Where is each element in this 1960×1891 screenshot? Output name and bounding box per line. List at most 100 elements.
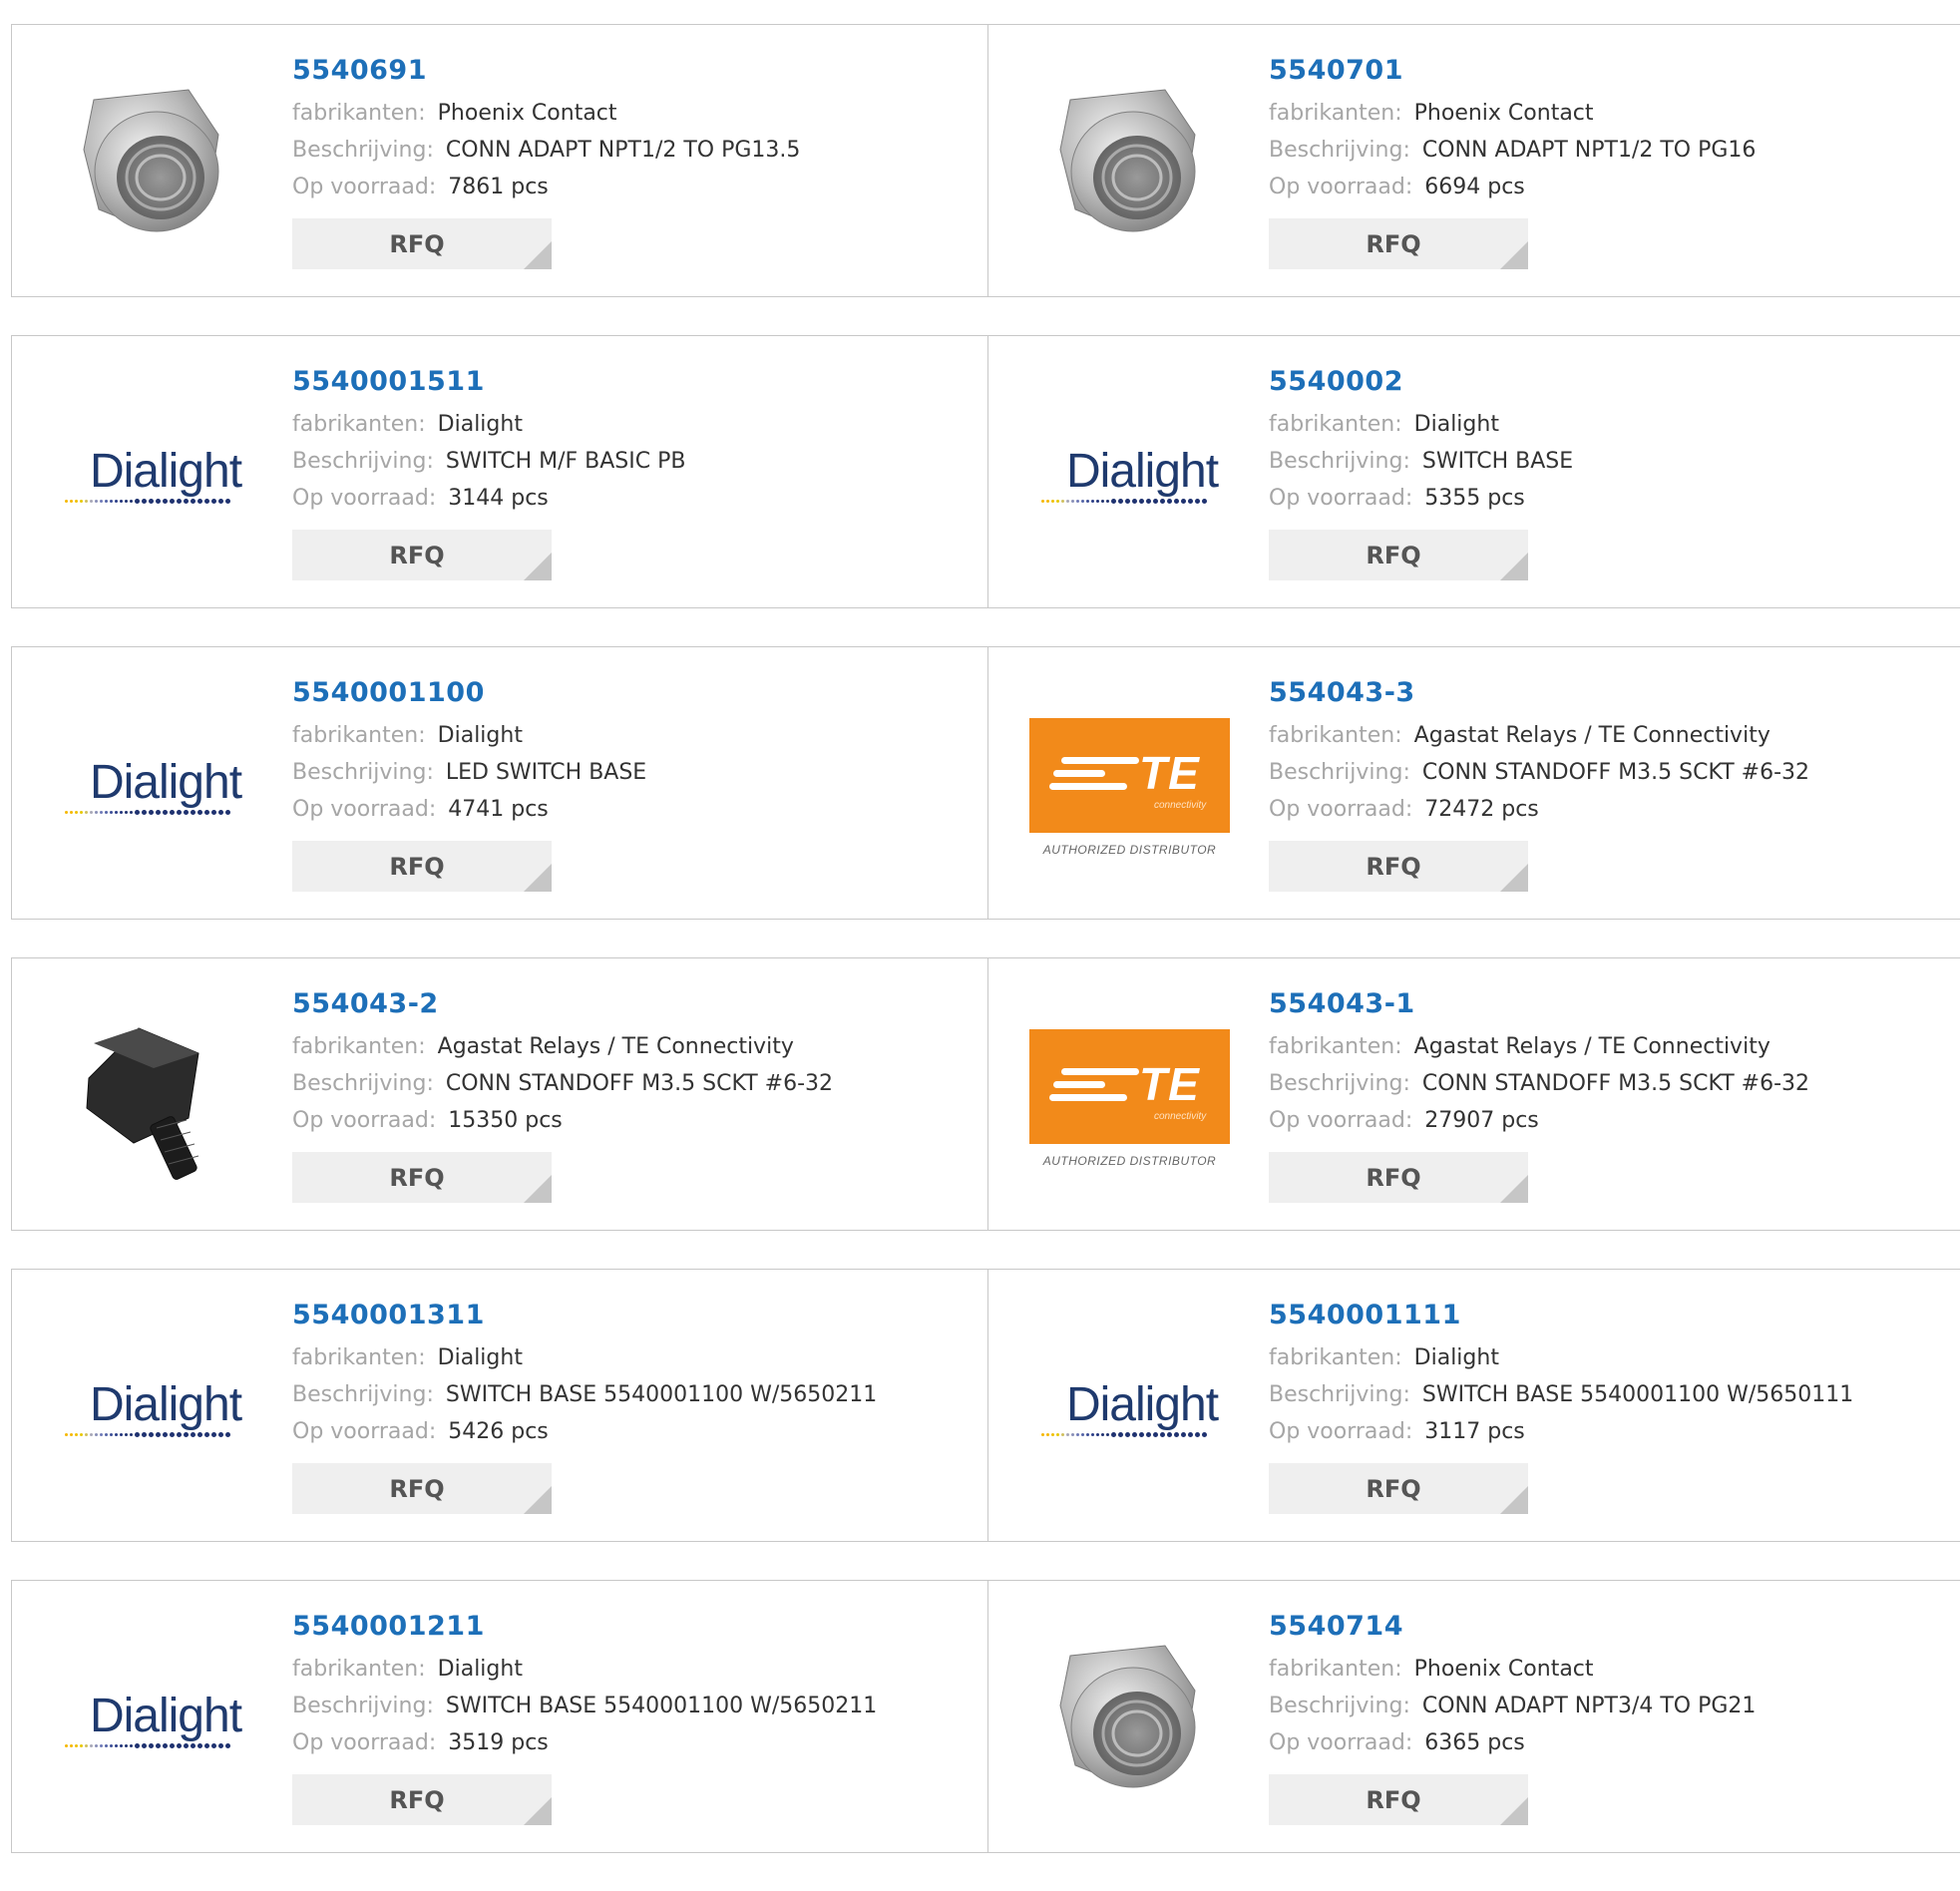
- product-info: 554043-2 fabrikanten: Agastat Relays / TE…: [292, 988, 833, 1203]
- stock-value: 27907 pcs: [1424, 1108, 1539, 1133]
- description-label: Beschrijving:: [1269, 449, 1410, 474]
- manufacturer-label: fabrikanten:: [292, 1034, 426, 1059]
- product-image[interactable]: [52, 65, 254, 264]
- stock-label: Op voorraad:: [292, 1419, 437, 1444]
- description-row: Beschrijving: SWITCH BASE 5540001100 W/56…: [1269, 1376, 1853, 1413]
- product-row: Dialight 5540001511 fabrikanten: Dialight…: [11, 335, 1960, 608]
- rfq-button[interactable]: RFQ: [292, 841, 552, 892]
- stock-value: 5355 pcs: [1424, 486, 1525, 511]
- stock-row: Op voorraad: 7861 pcs: [292, 169, 800, 205]
- product-image[interactable]: Dialight: [52, 1621, 254, 1820]
- description-row: Beschrijving: LED SWITCH BASE: [292, 754, 646, 791]
- stock-value: 6694 pcs: [1424, 175, 1525, 199]
- description-row: Beschrijving: SWITCH BASE 5540001100 W/56…: [292, 1376, 877, 1413]
- manufacturer-value: Phoenix Contact: [1413, 1657, 1594, 1682]
- part-number-link[interactable]: 5540001100: [292, 677, 646, 708]
- description-value: SWITCH M/F BASIC PB: [445, 449, 686, 474]
- dialight-logo-text: Dialight: [1065, 445, 1219, 498]
- corner-triangle-icon: [524, 553, 552, 580]
- rfq-button[interactable]: RFQ: [1269, 1774, 1528, 1825]
- part-number-link[interactable]: 5540714: [1269, 1611, 1756, 1642]
- manufacturer-value: Agastat Relays / TE Connectivity: [437, 1034, 794, 1059]
- product-info: 554043-1 fabrikanten: Agastat Relays / TE…: [1269, 988, 1809, 1203]
- description-label: Beschrijving:: [1269, 760, 1410, 785]
- manufacturer-label: fabrikanten:: [292, 412, 426, 437]
- rfq-button[interactable]: RFQ: [1269, 1463, 1528, 1514]
- rfq-button[interactable]: RFQ: [1269, 1152, 1528, 1203]
- rfq-button[interactable]: RFQ: [1269, 530, 1528, 580]
- stock-value: 6365 pcs: [1424, 1730, 1525, 1755]
- rfq-button[interactable]: RFQ: [292, 1152, 552, 1203]
- rfq-button[interactable]: RFQ: [292, 1774, 552, 1825]
- manufacturer-row: fabrikanten: Dialight: [292, 1339, 877, 1376]
- stock-row: Op voorraad: 27907 pcs: [1269, 1102, 1809, 1139]
- description-row: Beschrijving: CONN ADAPT NPT3/4 TO PG21: [1269, 1688, 1756, 1724]
- stock-row: Op voorraad: 4741 pcs: [292, 791, 646, 828]
- product-image[interactable]: Dialight: [1028, 376, 1231, 575]
- description-row: Beschrijving: CONN ADAPT NPT1/2 TO PG16: [1269, 132, 1756, 169]
- manufacturer-label: fabrikanten:: [1269, 412, 1402, 437]
- product-info: 5540701 fabrikanten: Phoenix Contact Besc…: [1269, 55, 1756, 269]
- rfq-button[interactable]: RFQ: [1269, 218, 1528, 269]
- description-label: Beschrijving:: [292, 1382, 434, 1407]
- part-number-link[interactable]: 5540691: [292, 55, 800, 86]
- product-row: 554043-2 fabrikanten: Agastat Relays / TE…: [11, 957, 1960, 1231]
- part-number-link[interactable]: 5540001211: [292, 1611, 877, 1642]
- dialight-dots-icon: [64, 499, 230, 504]
- manufacturer-row: fabrikanten: Phoenix Contact: [292, 95, 800, 132]
- corner-triangle-icon: [524, 1797, 552, 1825]
- part-number-link[interactable]: 5540001111: [1269, 1300, 1853, 1330]
- te-bars-icon: [1049, 1067, 1139, 1107]
- product-info: 554043-3 fabrikanten: Agastat Relays / TE…: [1269, 677, 1809, 892]
- product-image[interactable]: Dialight: [1028, 1310, 1231, 1509]
- rfq-button[interactable]: RFQ: [1269, 841, 1528, 892]
- te-logo-sub: connectivity: [1154, 799, 1207, 811]
- stock-value: 3519 pcs: [448, 1730, 549, 1755]
- stock-label: Op voorraad:: [1269, 797, 1413, 822]
- manufacturer-value: Dialight: [437, 412, 523, 437]
- product-row: Dialight 5540001100 fabrikanten: Dialight…: [11, 646, 1960, 920]
- product-card: TE connectivity AUTHORIZED DISTRIBUTOR 554…: [987, 958, 1960, 1230]
- part-number-link[interactable]: 5540001511: [292, 366, 685, 397]
- product-image[interactable]: Dialight: [52, 687, 254, 887]
- rfq-button-label: RFQ: [389, 229, 445, 258]
- standoff-screw-icon: [85, 1027, 199, 1180]
- part-number-link[interactable]: 554043-3: [1269, 677, 1809, 708]
- product-image[interactable]: [1028, 65, 1231, 264]
- dialight-logo: Dialight: [64, 448, 242, 504]
- part-number-link[interactable]: 554043-2: [292, 988, 833, 1019]
- manufacturer-value: Phoenix Contact: [437, 101, 617, 126]
- dialight-logo: Dialight: [1040, 1381, 1219, 1437]
- manufacturer-label: fabrikanten:: [1269, 101, 1402, 126]
- description-value: LED SWITCH BASE: [445, 760, 647, 785]
- product-info: 5540001100 fabrikanten: Dialight Beschrij…: [292, 677, 646, 892]
- part-number-link[interactable]: 5540701: [1269, 55, 1756, 86]
- part-number-link[interactable]: 5540001311: [292, 1300, 877, 1330]
- description-label: Beschrijving:: [292, 1694, 434, 1718]
- stock-label: Op voorraad:: [292, 797, 437, 822]
- product-image[interactable]: [1028, 1621, 1231, 1820]
- stock-value: 3117 pcs: [1424, 1419, 1525, 1444]
- product-image[interactable]: Dialight: [52, 376, 254, 575]
- product-card: TE connectivity AUTHORIZED DISTRIBUTOR 554…: [987, 647, 1960, 919]
- product-info: 5540001211 fabrikanten: Dialight Beschrij…: [292, 1611, 877, 1825]
- manufacturer-label: fabrikanten:: [292, 723, 426, 748]
- rfq-button-label: RFQ: [389, 541, 445, 569]
- product-image[interactable]: TE connectivity AUTHORIZED DISTRIBUTOR: [1028, 687, 1231, 887]
- dialight-dots-icon: [64, 1743, 230, 1748]
- manufacturer-row: fabrikanten: Phoenix Contact: [1269, 95, 1756, 132]
- part-number-link[interactable]: 5540002: [1269, 366, 1573, 397]
- description-label: Beschrijving:: [1269, 1071, 1410, 1096]
- rfq-button[interactable]: RFQ: [292, 1463, 552, 1514]
- rfq-button[interactable]: RFQ: [292, 530, 552, 580]
- rfq-button[interactable]: RFQ: [292, 218, 552, 269]
- product-image[interactable]: TE connectivity AUTHORIZED DISTRIBUTOR: [1028, 998, 1231, 1198]
- product-grid: 5540691 fabrikanten: Phoenix Contact Besc…: [11, 24, 1960, 1891]
- corner-triangle-icon: [1500, 1797, 1528, 1825]
- part-number-link[interactable]: 554043-1: [1269, 988, 1809, 1019]
- product-image[interactable]: [52, 998, 254, 1198]
- product-image[interactable]: Dialight: [52, 1310, 254, 1509]
- dialight-dots-icon: [64, 810, 230, 815]
- corner-triangle-icon: [1500, 1486, 1528, 1514]
- manufacturer-label: fabrikanten:: [1269, 1345, 1402, 1370]
